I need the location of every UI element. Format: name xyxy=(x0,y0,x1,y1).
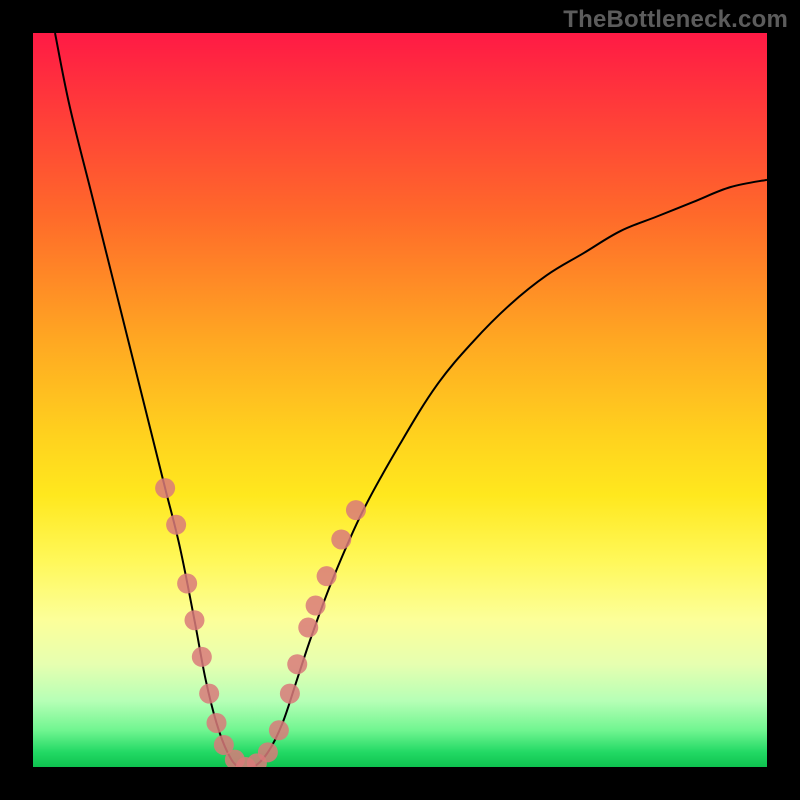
data-point xyxy=(306,596,326,616)
data-point xyxy=(258,742,278,762)
data-point xyxy=(199,684,219,704)
data-point xyxy=(298,618,318,638)
data-point xyxy=(184,610,204,630)
data-point xyxy=(177,574,197,594)
curve-layer xyxy=(33,33,767,767)
data-point xyxy=(166,515,186,535)
bottleneck-curve xyxy=(55,33,767,767)
watermark-text: TheBottleneck.com xyxy=(563,6,788,34)
data-point xyxy=(331,529,351,549)
data-point xyxy=(287,654,307,674)
chart-frame: TheBottleneck.com xyxy=(0,0,800,800)
data-point xyxy=(207,713,227,733)
data-point xyxy=(346,500,366,520)
data-point xyxy=(192,647,212,667)
data-point xyxy=(280,684,300,704)
data-point xyxy=(317,566,337,586)
plot-area xyxy=(33,33,767,767)
data-point xyxy=(269,720,289,740)
data-point xyxy=(155,478,175,498)
